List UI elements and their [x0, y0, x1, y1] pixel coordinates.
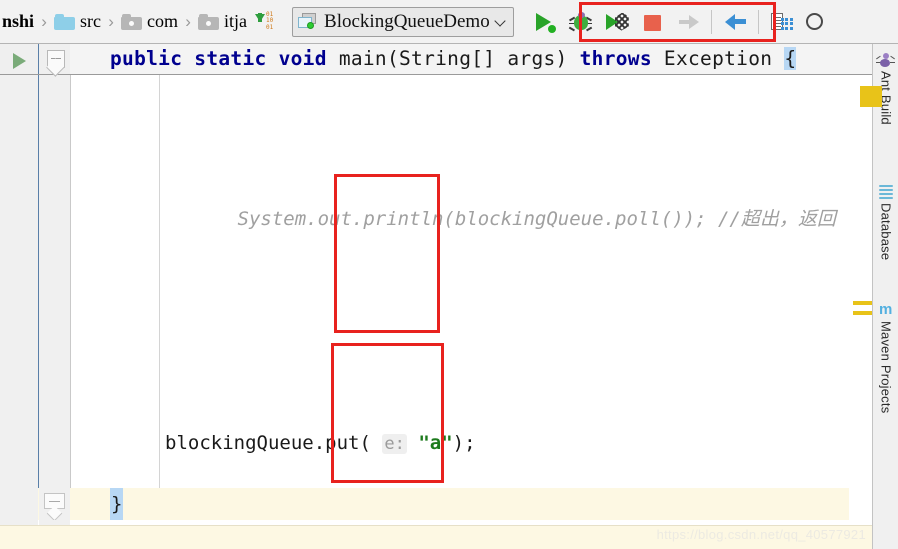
sidebar-item-maven-projects[interactable]: m Maven Projects: [873, 301, 898, 414]
database-icon: [878, 184, 894, 200]
run-configuration-selector[interactable]: BlockingQueueDemo: [292, 6, 514, 37]
breadcrumb-separator-icon: ›: [41, 11, 47, 31]
watermark-text: https://blog.csdn.net/qq_40577921: [656, 527, 866, 542]
folder-gray-icon: [198, 13, 220, 30]
back-button[interactable]: [724, 11, 747, 33]
run-button[interactable]: [534, 11, 556, 33]
code-content[interactable]: System.out.println(blockingQueue.poll())…: [71, 75, 872, 525]
stop-button[interactable]: [642, 11, 664, 33]
keyword-static: static: [194, 47, 267, 70]
code-editor[interactable]: public static void main(String[] args) t…: [0, 44, 872, 525]
method-call: .put(: [313, 432, 371, 454]
layout-button[interactable]: [770, 11, 793, 33]
string-literal: "a": [418, 432, 453, 454]
sidebar-item-label: Maven Projects: [878, 321, 894, 414]
exception-type: Exception: [663, 47, 773, 70]
variable-name: blockingQueue: [165, 432, 314, 454]
breadcrumb-separator-icon: ›: [108, 11, 114, 31]
breadcrumb-label: itja: [224, 11, 248, 31]
keyword-void: void: [278, 47, 327, 70]
warning-marker-icon[interactable]: [860, 86, 882, 107]
sidebar-item-database[interactable]: Database: [873, 184, 898, 260]
compile-binary-icon[interactable]: 01 10 01: [255, 11, 281, 33]
breadcrumb-label: nshi: [2, 11, 35, 31]
run-with-coverage-button[interactable]: [605, 11, 629, 33]
breadcrumb-item-com[interactable]: com: [121, 11, 178, 32]
debug-button[interactable]: [568, 11, 592, 33]
breadcrumb-item-src[interactable]: src: [54, 11, 101, 32]
editor-marker-bar[interactable]: [849, 88, 872, 525]
keyword-throws: throws: [579, 47, 652, 70]
toolbar-divider: [757, 9, 759, 34]
breadcrumb: nshi › src › com › itja 01 10 01 Blockin…: [0, 0, 826, 43]
breadcrumb-label: src: [80, 11, 102, 31]
gutter-run-icon[interactable]: [13, 53, 26, 69]
parameter-hint: e:: [382, 434, 407, 454]
search-button[interactable]: [804, 11, 826, 33]
method-signature: public static void main(String[] args) t…: [110, 44, 797, 74]
editor-fold-gutter[interactable]: [39, 44, 70, 525]
statement-end: );: [452, 432, 476, 454]
maven-icon: m: [879, 301, 893, 318]
step-arrow-button[interactable]: [678, 11, 700, 33]
run-configuration-label: BlockingQueueDemo: [324, 10, 490, 32]
folder-blue-icon: [54, 13, 76, 30]
fold-marker-icon[interactable]: [47, 50, 65, 68]
code-line-put: blockingQueue.put( e: "a");: [71, 427, 872, 459]
code-line-comment: System.out.println(blockingQueue.poll())…: [71, 171, 872, 230]
right-tool-window-bar: Ant Build Database m Maven Projects: [872, 44, 898, 549]
folder-gray-icon: [121, 13, 143, 30]
ide-window: nshi › src › com › itja 01 10 01 Blockin…: [0, 0, 898, 549]
navigation-toolbar: nshi › src › com › itja 01 10 01 Blockin…: [0, 0, 898, 44]
toolbar-divider: [710, 9, 712, 34]
run-configuration-icon: [298, 13, 318, 30]
gutter-current-line: [0, 488, 38, 520]
open-brace: {: [784, 47, 797, 70]
sticky-method-signature-row: public static void main(String[] args) t…: [0, 44, 872, 75]
breadcrumb-item-module[interactable]: nshi: [2, 11, 34, 32]
binary-digit: 01: [266, 23, 274, 31]
run-controls-group: [534, 11, 700, 33]
editor-gutter[interactable]: [0, 44, 38, 525]
fold-collapse-icon[interactable]: [44, 493, 65, 522]
breadcrumb-item-itja[interactable]: itja: [198, 11, 247, 32]
comment-text: System.out.println(blockingQueue.poll())…: [237, 208, 836, 230]
method-name: main(String[] args): [338, 47, 568, 70]
ant-icon: [876, 52, 895, 68]
breadcrumb-label: com: [147, 11, 179, 31]
chevron-down-icon[interactable]: [496, 16, 507, 27]
keyword-public: public: [110, 47, 183, 70]
sidebar-item-label: Database: [878, 203, 894, 261]
breadcrumb-separator-icon: ›: [185, 11, 191, 31]
